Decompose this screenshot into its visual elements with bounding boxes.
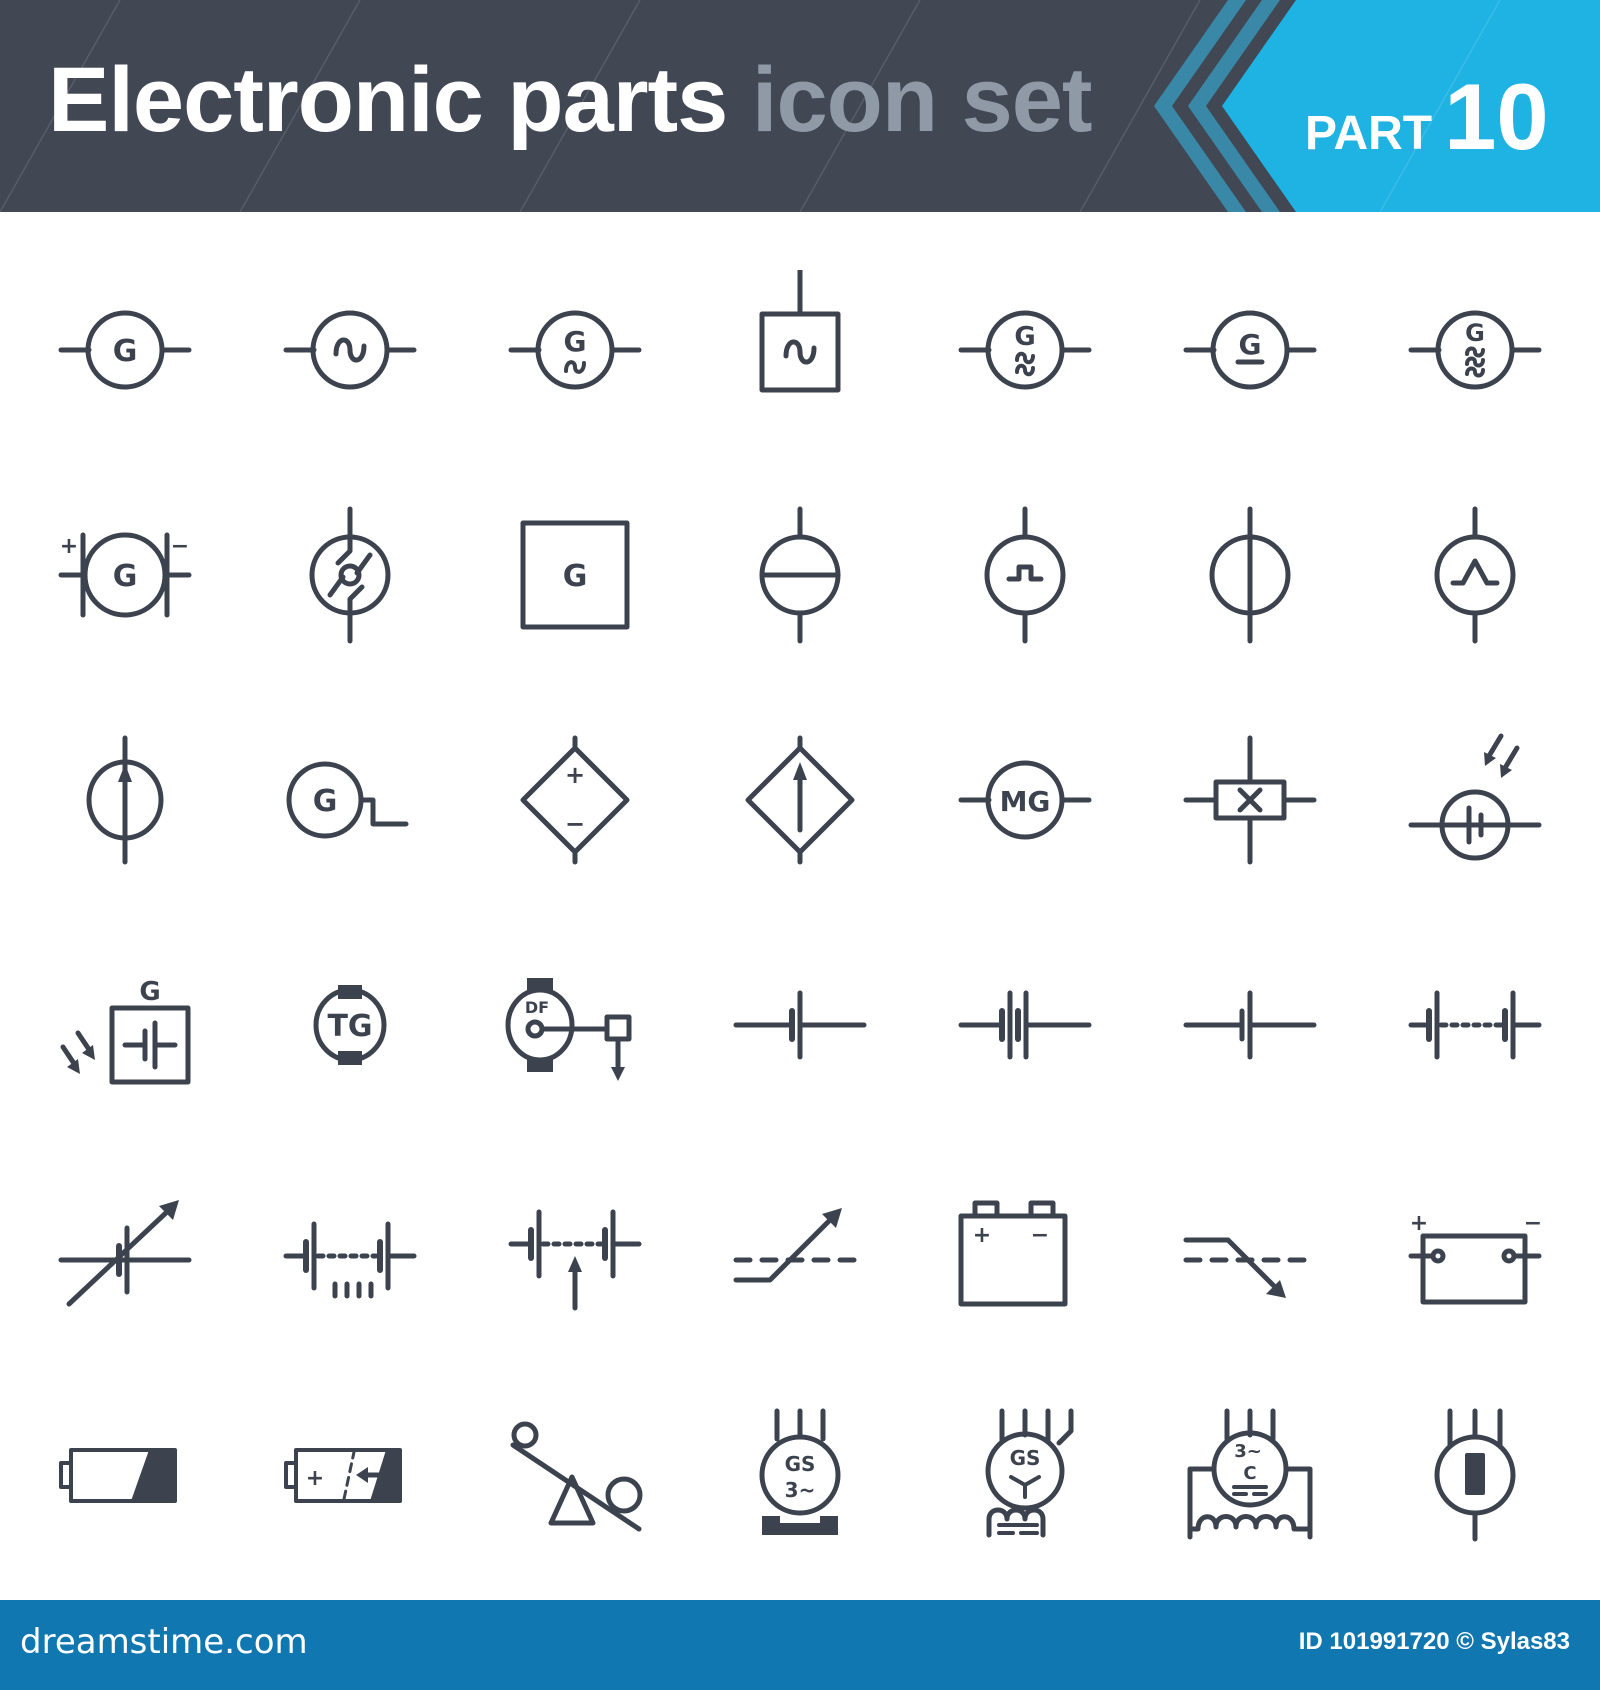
ac-source-box-icon bbox=[720, 270, 880, 430]
plus-sign: + bbox=[565, 761, 585, 789]
generator-box-icon: G bbox=[495, 495, 655, 655]
thermoelectric-generator-icon bbox=[1395, 1395, 1555, 1555]
tapped-battery-icon bbox=[270, 1170, 430, 1330]
title-primary: Electronic parts bbox=[48, 49, 728, 151]
icon-grid: G G G G G G + − G G + − MG G TG DF + − +… bbox=[0, 212, 1600, 1600]
ac-generator-g-icon: G bbox=[495, 270, 655, 430]
variable-cell-icon bbox=[45, 1170, 205, 1330]
three-phase-label: 3~ bbox=[785, 1478, 816, 1502]
seesaw-balance-icon bbox=[495, 1395, 655, 1555]
synchronous-generator-label: GS bbox=[1010, 1446, 1041, 1470]
falling-switch-icon bbox=[1170, 1170, 1330, 1330]
footer-bar: dreamstime.com ID 101991720 © Sylas83 bbox=[0, 1600, 1600, 1690]
controlled-current-source-icon bbox=[720, 720, 880, 880]
dc-generator-icon: G bbox=[1170, 270, 1330, 430]
minus-sign: − bbox=[565, 810, 585, 838]
double-cell-battery-icon bbox=[945, 945, 1105, 1105]
current-source-arrow-icon bbox=[45, 720, 205, 880]
generator-label: G bbox=[139, 977, 160, 1007]
plus-sign: + bbox=[306, 1466, 324, 1491]
synchronous-generator-base-icon: GS 3~ bbox=[720, 1395, 880, 1555]
generator-step-output-icon: G bbox=[270, 720, 430, 880]
adjustable-battery-icon bbox=[495, 1170, 655, 1330]
plus-sign: + bbox=[1410, 1211, 1428, 1236]
low-battery-icon bbox=[45, 1395, 205, 1555]
part-number: 10 bbox=[1444, 64, 1549, 169]
current-source-icon bbox=[1170, 495, 1330, 655]
generator-label: G bbox=[564, 325, 587, 358]
part-label: PART bbox=[1305, 107, 1433, 160]
solar-generator-icon: G bbox=[45, 945, 205, 1105]
dc-generator-field-icon: DF bbox=[495, 945, 655, 1105]
generator-label: G bbox=[1239, 328, 1262, 361]
single-cell-battery-icon bbox=[720, 945, 880, 1105]
three-phase-compound-generator-icon: 3~ C bbox=[1170, 1395, 1330, 1555]
ideal-current-source-icon bbox=[270, 495, 430, 655]
three-phase-label: 3~ bbox=[1234, 1441, 1262, 1462]
multi-cell-battery-icon bbox=[1395, 945, 1555, 1105]
controlled-voltage-source-icon: + − bbox=[495, 720, 655, 880]
header-banner: Electronic parts icon set PART 10 bbox=[0, 0, 1600, 212]
battery-terminals-icon: + − bbox=[1395, 1170, 1555, 1330]
title-secondary: icon set bbox=[751, 49, 1093, 151]
part-badge: PART 10 bbox=[1305, 70, 1549, 164]
dc-generator-brushes-icon: G + − bbox=[45, 495, 205, 655]
generator-label: G bbox=[563, 559, 588, 594]
triangle-pulse-source-icon bbox=[1395, 495, 1555, 655]
minus-sign: − bbox=[171, 534, 189, 559]
brand-logo-text: dreamstime.com bbox=[20, 1622, 308, 1662]
charging-battery-icon: + bbox=[270, 1395, 430, 1555]
field-label: DF bbox=[525, 998, 549, 1017]
photovoltaic-cell-icon bbox=[1395, 720, 1555, 880]
motor-generator-label: MG bbox=[1000, 785, 1051, 818]
three-phase-generator-icon: G bbox=[1395, 270, 1555, 430]
minus-sign: − bbox=[1524, 1211, 1542, 1236]
ac-generator-icon bbox=[270, 270, 430, 430]
compound-label: C bbox=[1243, 1463, 1256, 1484]
crystal-oscillator-icon bbox=[1170, 720, 1330, 880]
cell-icon bbox=[1170, 945, 1330, 1105]
plus-sign: + bbox=[973, 1223, 991, 1248]
image-credit: ID 101991720 © Sylas83 bbox=[1298, 1628, 1570, 1655]
synchronous-generator-label: GS bbox=[785, 1452, 816, 1476]
tachogenerator-label: TG bbox=[327, 1009, 372, 1044]
car-battery-icon: + − bbox=[945, 1170, 1105, 1330]
generator-label: G bbox=[313, 784, 338, 819]
minus-sign: − bbox=[1031, 1223, 1049, 1248]
page-title: Electronic parts icon set bbox=[48, 54, 1093, 146]
generator-label: G bbox=[1014, 322, 1035, 352]
tachogenerator-icon: TG bbox=[270, 945, 430, 1105]
plus-sign: + bbox=[60, 534, 78, 559]
generator-label: G bbox=[113, 334, 138, 369]
two-phase-generator-icon: G bbox=[945, 270, 1105, 430]
generator-label: G bbox=[113, 559, 138, 594]
pulse-source-icon bbox=[945, 495, 1105, 655]
generator-icon: G bbox=[45, 270, 205, 430]
voltage-source-icon bbox=[720, 495, 880, 655]
generator-label: G bbox=[1465, 319, 1485, 347]
motor-generator-icon: MG bbox=[945, 720, 1105, 880]
synchronous-generator-star-icon: GS bbox=[945, 1395, 1105, 1555]
rising-switch-icon bbox=[720, 1170, 880, 1330]
